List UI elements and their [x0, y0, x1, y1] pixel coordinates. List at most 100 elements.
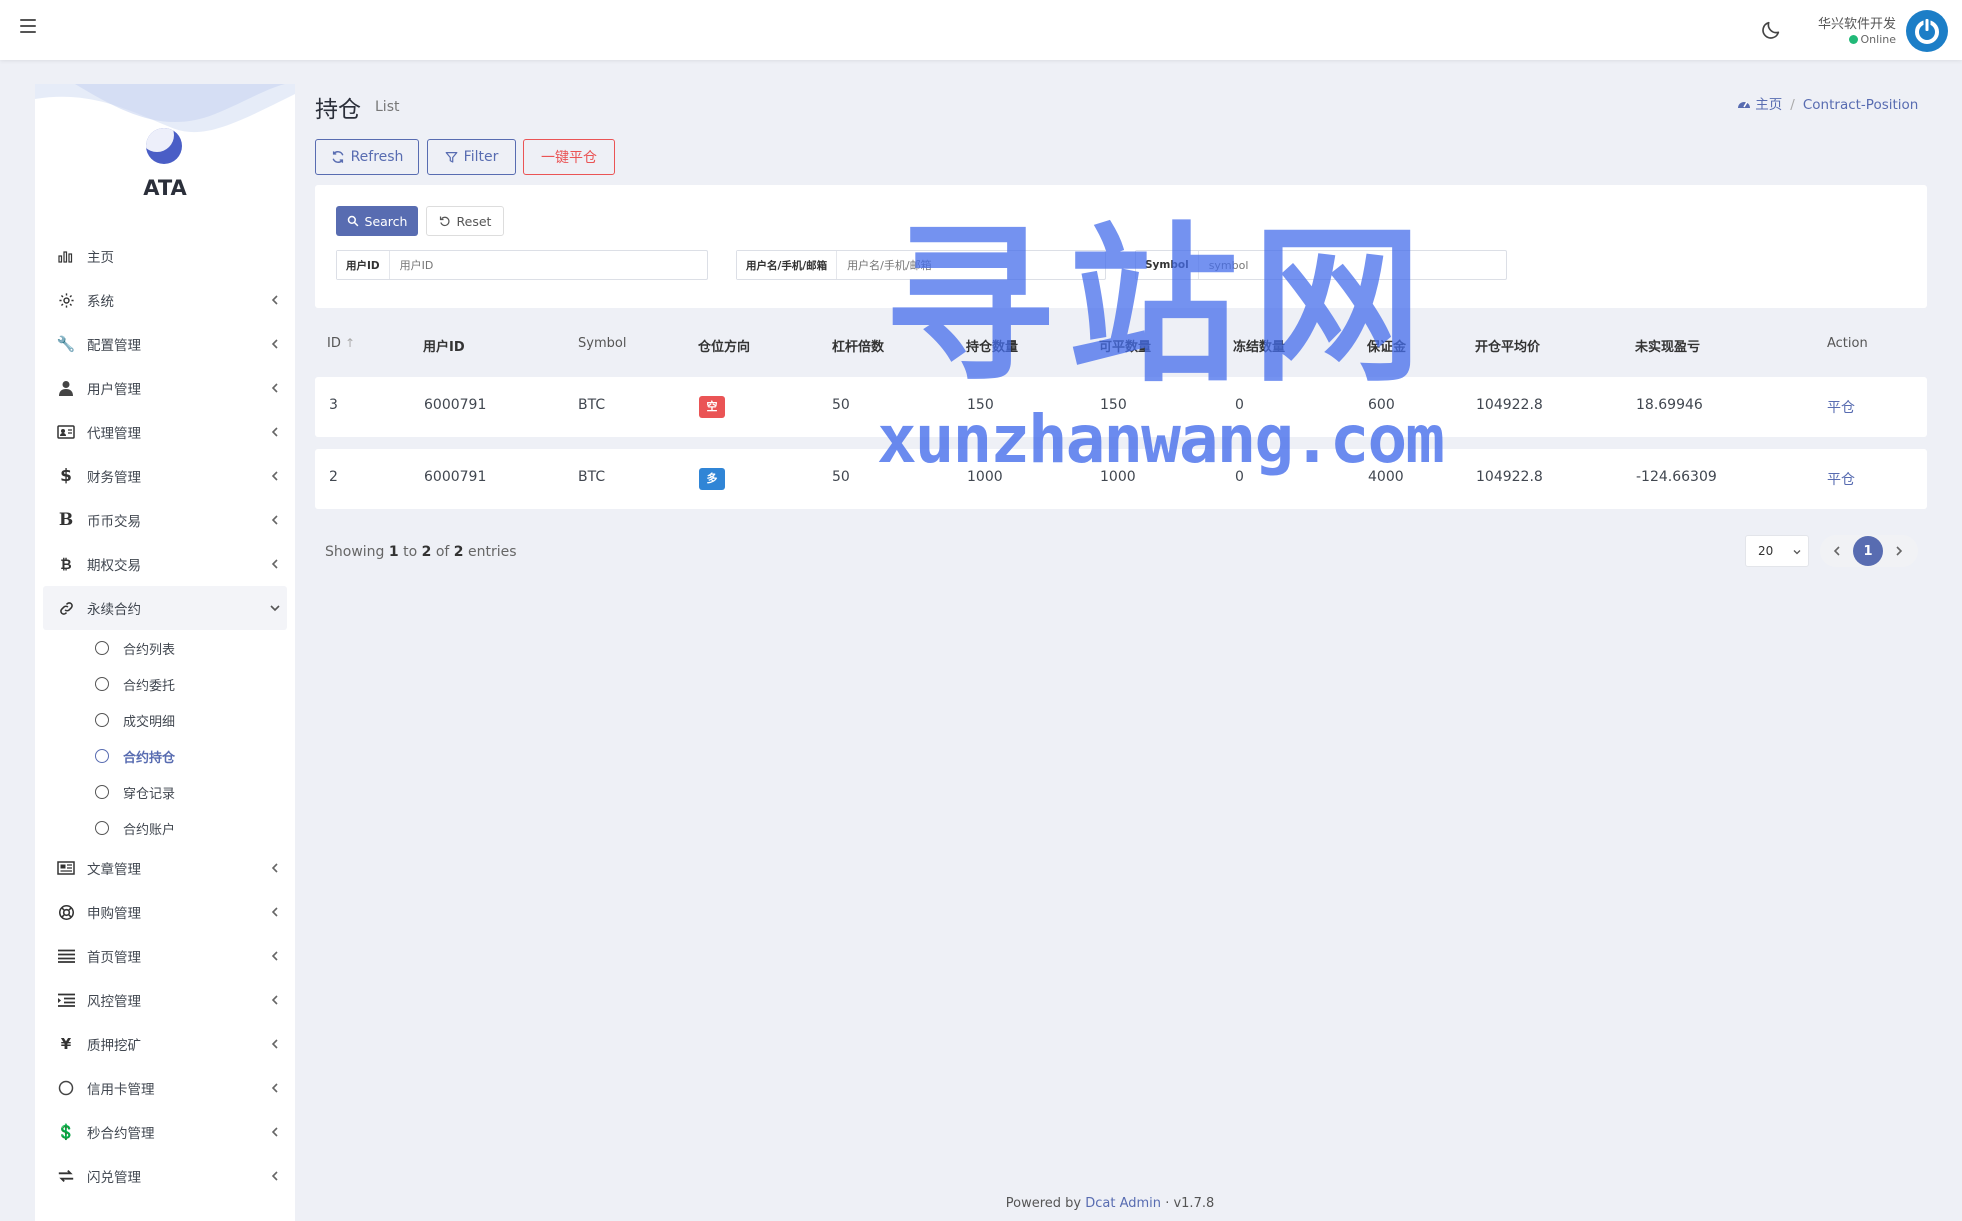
column-header-action: Action — [1827, 336, 1868, 351]
sidebar-item-label: 期权交易 — [87, 558, 141, 574]
sidebar-subitem-label: 合约持仓 — [123, 750, 176, 766]
sidebar-item-staking[interactable]: ¥ 质押挖矿 — [35, 1022, 295, 1066]
newspaper-icon — [57, 859, 75, 877]
sidebar-subitem-accounts[interactable]: 合约账户 — [35, 810, 295, 846]
refresh-button[interactable]: Refresh — [315, 139, 419, 175]
close-position-link[interactable]: 平仓 — [1827, 469, 1855, 489]
sidebar: ATA 主页 系统 🔧 配置管理 用户管理 代理管理 $ 财务管理 B 币币交易… — [35, 84, 295, 1221]
reset-button[interactable]: Reset — [426, 206, 504, 236]
indent-icon — [57, 991, 75, 1009]
menu-toggle-icon[interactable] — [20, 19, 36, 33]
user-name[interactable]: 华兴软件开发 — [1780, 13, 1896, 32]
filter-button[interactable]: Filter — [427, 139, 516, 175]
username-input[interactable] — [837, 251, 1105, 279]
cell-margin: 600 — [1368, 397, 1395, 413]
sort-arrow-icon[interactable]: ↑ — [345, 336, 355, 350]
page-button-current[interactable]: 1 — [1853, 536, 1883, 566]
chevron-right-icon[interactable] — [1892, 543, 1906, 559]
sidebar-item-credit-card[interactable]: 信用卡管理 — [35, 1066, 295, 1110]
pagination-info: Showing 1 to 2 of 2 entries — [325, 544, 517, 560]
dollar-icon: $ — [60, 466, 72, 486]
sidebar-item-finance[interactable]: $ 财务管理 — [35, 454, 295, 498]
page-size-value: 20 — [1758, 544, 1774, 558]
close-position-link[interactable]: 平仓 — [1827, 397, 1855, 417]
page-size-select[interactable]: 20 — [1745, 535, 1809, 567]
symbol-filter: Symbol — [1135, 250, 1507, 280]
sidebar-subitem-trades[interactable]: 成交明细 — [35, 702, 295, 738]
footer: Powered by Dcat Admin · v1.7.8 — [1005, 1196, 1215, 1211]
dashboard-icon — [1737, 97, 1755, 113]
sidebar-subitem-label: 穿仓记录 — [123, 786, 176, 802]
user-id-filter: 用户ID — [336, 250, 708, 280]
sidebar-item-articles[interactable]: 文章管理 — [35, 846, 295, 890]
cell-frozen: 0 — [1235, 397, 1244, 413]
chevron-left-icon[interactable] — [1830, 543, 1844, 559]
cell-user-id: 6000791 — [424, 469, 487, 485]
sidebar-item-swap[interactable]: 闪兑管理 — [35, 1154, 295, 1198]
sidebar-subitem-positions[interactable]: 合约持仓 — [35, 738, 295, 774]
gear-icon — [57, 291, 75, 309]
circle-icon — [95, 641, 109, 655]
column-header-id[interactable]: ID ↑ — [327, 336, 355, 351]
cell-avg-price: 104922.8 — [1476, 469, 1543, 485]
breadcrumb-current: Contract-Position — [1802, 97, 1919, 113]
search-button[interactable]: Search — [336, 206, 418, 236]
user-id-filter-label: 用户ID — [337, 251, 390, 279]
yen-icon: ¥ — [60, 1035, 72, 1053]
sidebar-item-second-contract[interactable]: 💲 秒合约管理 — [35, 1110, 295, 1154]
sidebar-item-label: 首页管理 — [87, 950, 141, 966]
dark-mode-toggle-icon[interactable] — [1760, 19, 1782, 41]
column-header-quantity: 持仓数量 — [966, 340, 1019, 355]
dcat-admin-link[interactable]: Dcat Admin — [1085, 1196, 1161, 1211]
sidebar-item-spot[interactable]: B 币币交易 — [35, 498, 295, 542]
circle-icon — [95, 785, 109, 799]
circle-icon — [95, 677, 109, 691]
cell-symbol: BTC — [578, 397, 606, 413]
cell-available: 1000 — [1100, 469, 1136, 485]
sidebar-item-options[interactable]: ₿ 期权交易 — [35, 542, 295, 586]
column-header-leverage: 杠杆倍数 — [832, 340, 885, 355]
symbol-filter-label: Symbol — [1136, 251, 1199, 279]
cell-frozen: 0 — [1235, 469, 1244, 485]
chevron-left-icon — [267, 556, 283, 572]
close-all-positions-button[interactable]: 一键平仓 — [523, 139, 615, 175]
sidebar-item-perpetual[interactable]: 永续合约 — [43, 586, 287, 630]
avatar[interactable] — [1906, 10, 1948, 52]
symbol-input[interactable] — [1198, 251, 1506, 279]
sidebar-subitem-contract-list[interactable]: 合约列表 — [35, 630, 295, 666]
sidebar-item-risk[interactable]: 风控管理 — [35, 978, 295, 1022]
sidebar-item-home[interactable]: 主页 — [35, 234, 295, 278]
pagination: 1 — [1820, 535, 1918, 567]
list-icon — [57, 947, 75, 965]
cell-id: 2 — [329, 469, 338, 485]
cell-avg-price: 104922.8 — [1476, 397, 1543, 413]
sidebar-item-system[interactable]: 系统 — [35, 278, 295, 322]
page-subtitle: List — [375, 99, 400, 115]
user-status: Online — [1780, 33, 1896, 46]
sidebar-item-subscription[interactable]: 申购管理 — [35, 890, 295, 934]
sidebar-item-label: 用户管理 — [87, 382, 141, 398]
sidebar-item-agents[interactable]: 代理管理 — [35, 410, 295, 454]
cell-available: 150 — [1100, 397, 1127, 413]
circle-icon — [95, 713, 109, 727]
sidebar-subitem-label: 合约账户 — [123, 822, 176, 838]
sidebar-subitem-contract-orders[interactable]: 合约委托 — [35, 666, 295, 702]
sidebar-item-users[interactable]: 用户管理 — [35, 366, 295, 410]
user-icon — [57, 379, 75, 397]
user-id-input[interactable] — [389, 251, 707, 279]
circle-icon — [57, 1079, 75, 1097]
sidebar-subitem-liquidations[interactable]: 穿仓记录 — [35, 774, 295, 810]
reset-label: Reset — [456, 213, 492, 229]
bar-chart-icon — [57, 247, 75, 265]
side-badge: 空 — [699, 396, 725, 418]
link-icon — [57, 599, 75, 617]
sidebar-item-config[interactable]: 🔧 配置管理 — [35, 322, 295, 366]
breadcrumb-home[interactable]: 主页 — [1755, 97, 1782, 113]
chevron-left-icon — [267, 424, 283, 440]
username-filter: 用户名/手机/邮箱 — [736, 250, 1106, 280]
sidebar-item-label: 文章管理 — [87, 862, 141, 878]
cell-leverage: 50 — [832, 469, 850, 485]
sidebar-item-homepage[interactable]: 首页管理 — [35, 934, 295, 978]
filter-label: Filter — [463, 149, 499, 165]
cell-margin: 4000 — [1368, 469, 1404, 485]
